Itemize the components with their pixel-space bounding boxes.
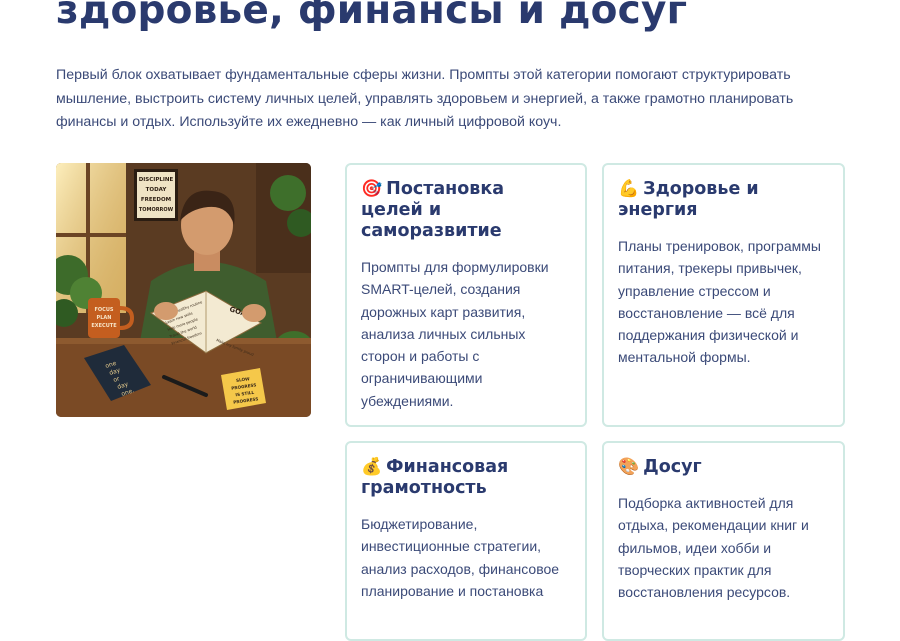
flexed-biceps-icon: 💪	[618, 179, 640, 199]
card-title-goals: 🎯 Постановка целей и саморазвитие	[361, 179, 571, 242]
card-title-goals-text: Постановка целей и саморазвитие	[361, 179, 505, 241]
card-text-health: Планы тренировок, программы питания, тре…	[618, 238, 821, 366]
card-title-finance: 💰 Финансовая грамотность	[361, 457, 571, 499]
poster-line-4: TOMORROW	[139, 207, 174, 213]
card-title-leisure-text: Досуг	[643, 457, 702, 477]
poster-line-1: DISCIPLINE	[139, 177, 174, 183]
card-goals: 🎯 Постановка целей и саморазвитие Промпты…	[345, 163, 587, 427]
card-text-leisure: Подборка активностей для отдыха, рекомен…	[618, 495, 809, 601]
intro-paragraph: Первый блок охватывает фундаментальные с…	[56, 67, 794, 130]
poster-line-3: FREEDOM	[141, 197, 171, 203]
mug-text-2: PLAN	[97, 315, 112, 321]
card-text-goals: Промпты для формулировки SMART-целей, со…	[361, 259, 549, 409]
card-text-finance: Бюджетирование, инвестиционные стратегии…	[361, 516, 560, 599]
card-title-health-text: Здоровье и энергия	[618, 179, 759, 220]
mug-text-3: EXECUTE	[91, 323, 117, 329]
card-leisure: 🎨 Досуг Подборка активностей для отдыха, …	[602, 441, 845, 641]
section-heading: здоровье, финансы и досуг	[56, 0, 688, 33]
card-title-health: 💪 Здоровье и энергия	[618, 179, 829, 221]
target-icon: 🎯	[361, 179, 383, 199]
poster-line-2: TODAY	[146, 187, 168, 193]
illustration-man-writing-goals: DISCIPLINE TODAY FREEDOM TOMORROW GOALS …	[56, 163, 311, 417]
card-finance: 💰 Финансовая грамотность Бюджетирование, …	[345, 441, 587, 641]
money-bag-icon: 💰	[361, 457, 383, 477]
card-health: 💪 Здоровье и энергия Планы тренировок, пр…	[602, 163, 845, 427]
card-title-leisure: 🎨 Досуг	[618, 457, 829, 478]
card-title-finance-text: Финансовая грамотность	[361, 457, 509, 498]
mug-text-1: FOCUS	[95, 307, 114, 313]
palette-icon: 🎨	[618, 457, 640, 477]
